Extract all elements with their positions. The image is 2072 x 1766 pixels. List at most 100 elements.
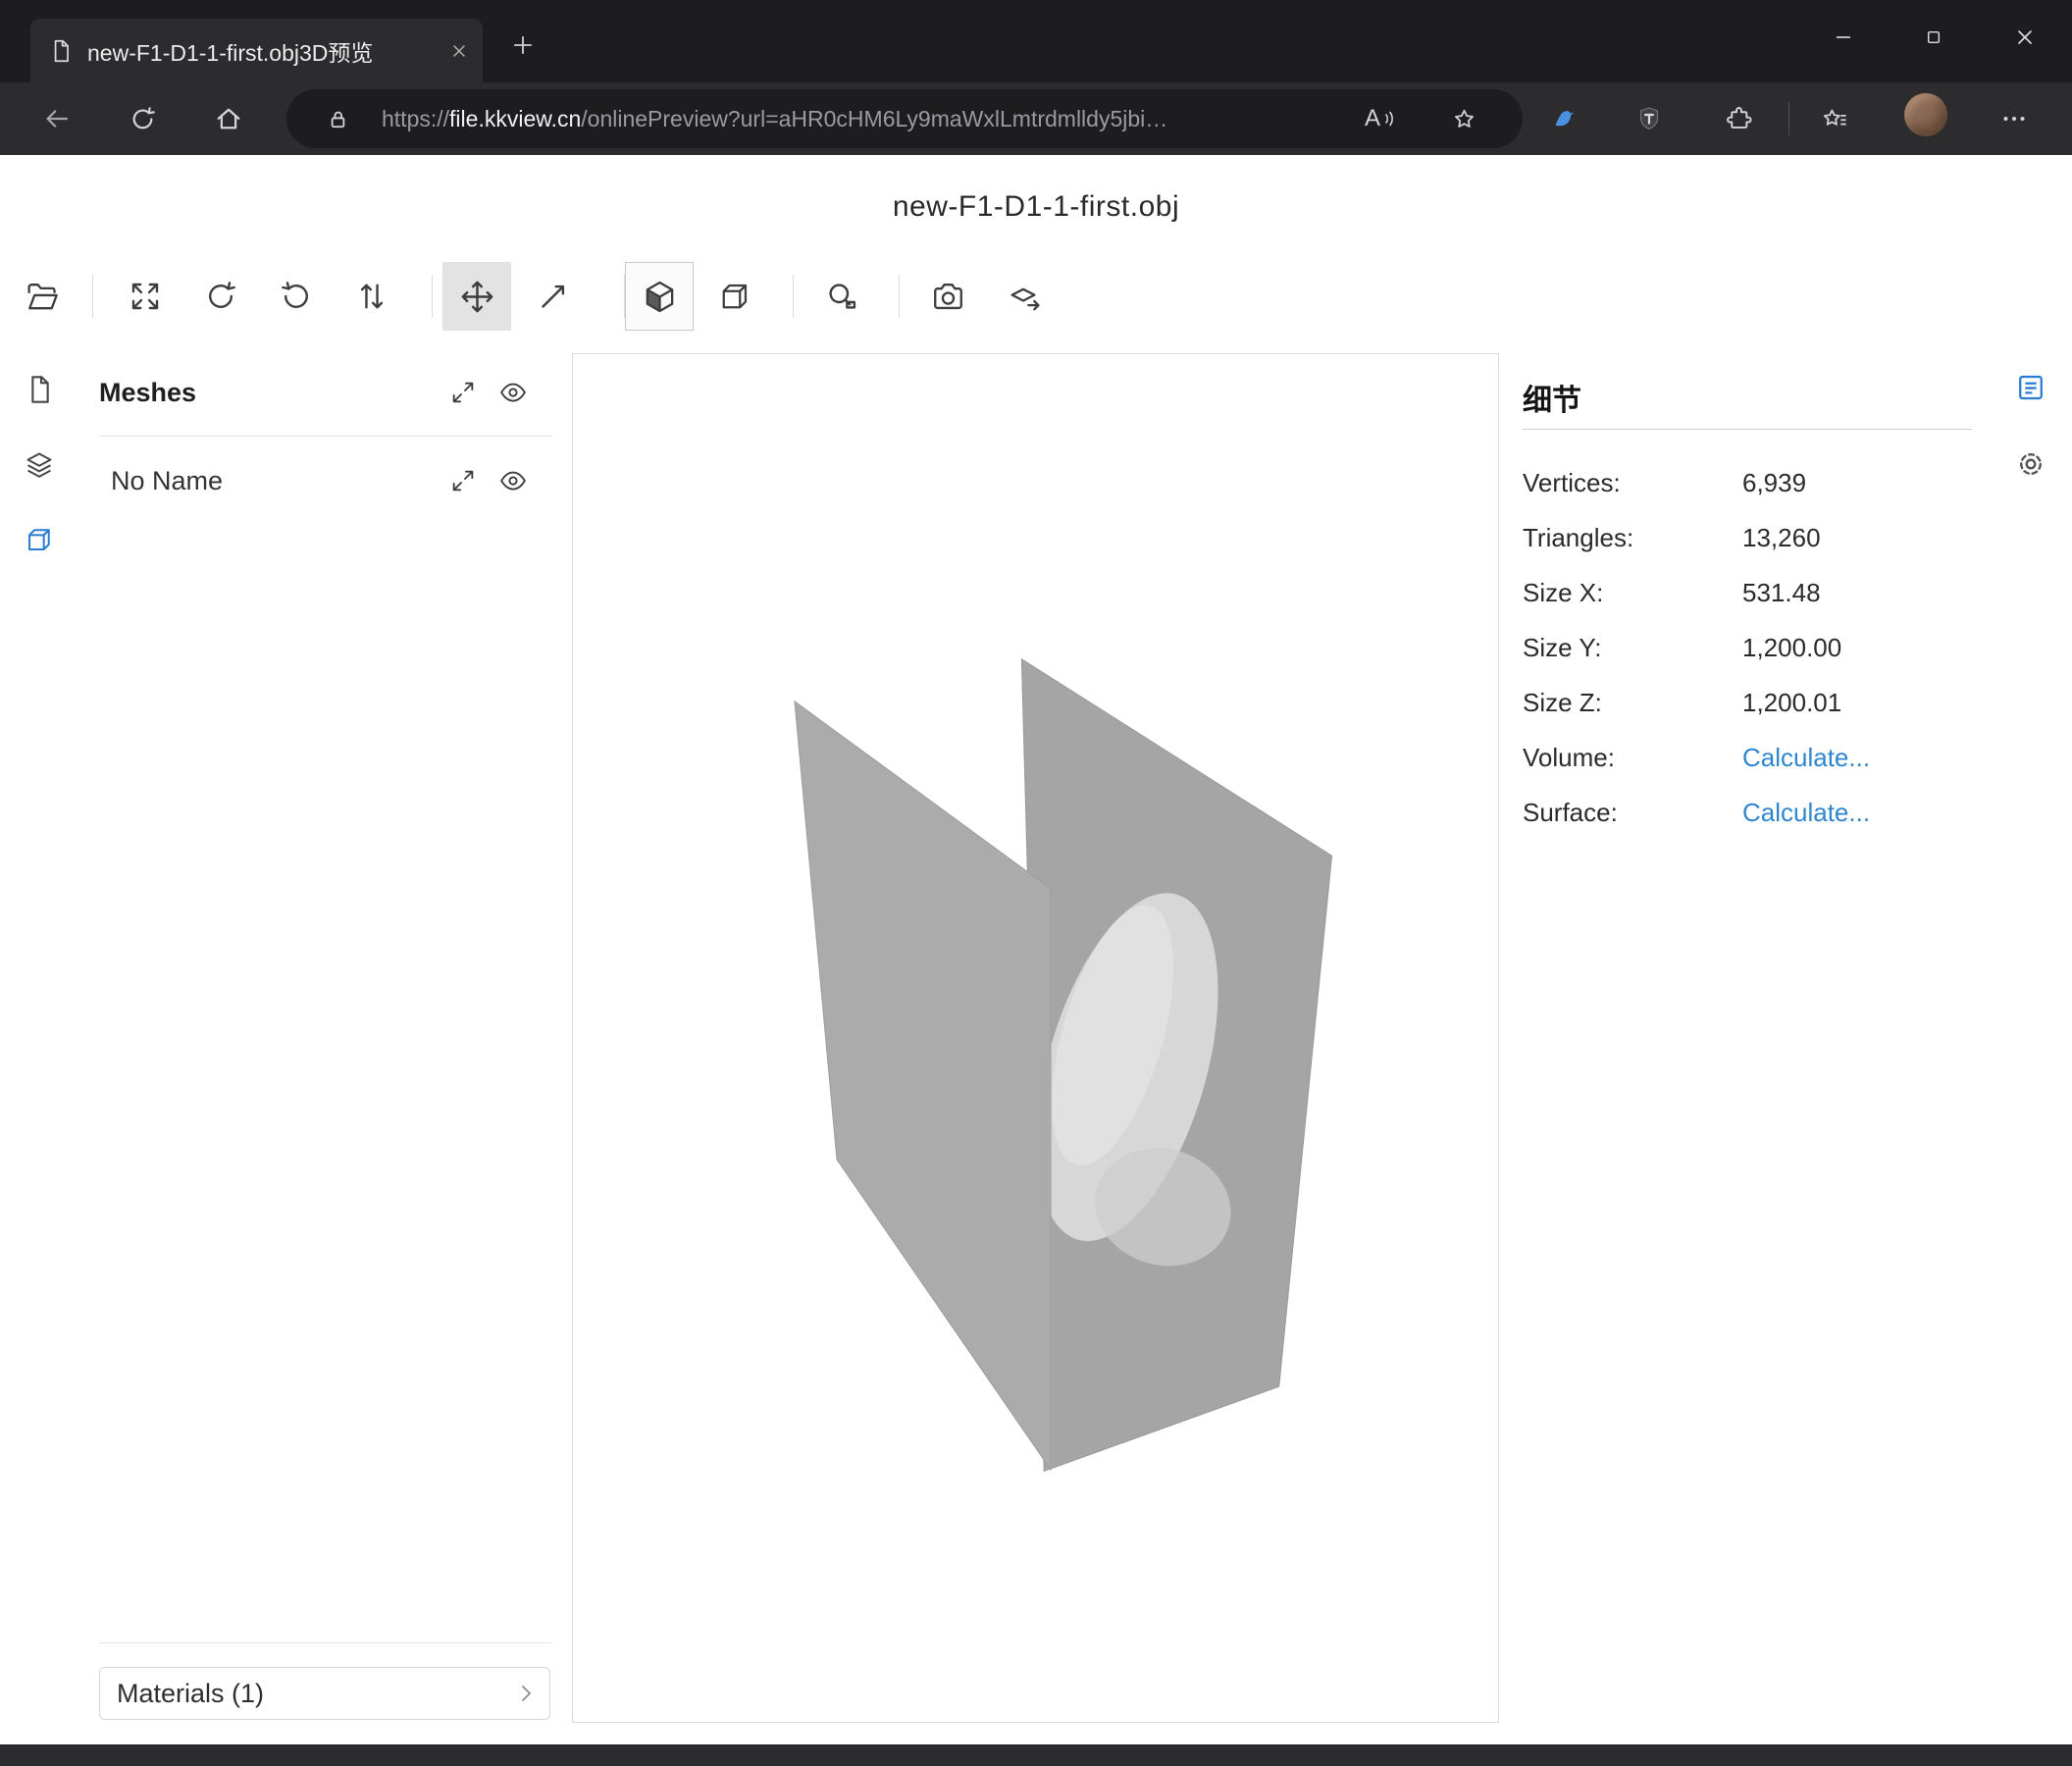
read-aloud-button[interactable]: A [1365, 89, 1404, 148]
window-maximize-button[interactable] [1903, 6, 1964, 69]
sidebar-materials-button[interactable] [22, 447, 57, 483]
tab-favicon-document-icon [48, 38, 74, 64]
materials-button[interactable]: Materials (1) [99, 1667, 550, 1720]
refresh-button[interactable] [122, 98, 163, 139]
read-aloud-a: A [1365, 105, 1380, 132]
tab-close-icon[interactable] [449, 41, 469, 61]
viewer-toolbar [8, 262, 1185, 331]
model-cube-icon [24, 524, 55, 555]
model-left-plane [795, 701, 1051, 1470]
pan-icon [459, 279, 495, 315]
toolbar-open-button[interactable] [8, 262, 77, 331]
browser-titlebar: new-F1-D1-1-first.obj3D预览 [0, 0, 2072, 82]
toolbar-rotate-x-button[interactable] [186, 262, 255, 331]
settings-gear-icon [2014, 447, 2047, 481]
sidebar-model-button[interactable] [22, 522, 57, 557]
row-value: 531.48 [1742, 578, 1821, 608]
puzzle-icon [1725, 105, 1753, 133]
toolbar-separator [432, 275, 433, 318]
shield-t-extension-icon [1634, 104, 1664, 133]
3d-viewport[interactable] [572, 353, 1499, 1723]
home-button[interactable] [208, 98, 249, 139]
favorites-hub-button[interactable] [1814, 98, 1855, 139]
ellipsis-icon [1999, 104, 2029, 133]
flip-vertical-icon [354, 279, 389, 314]
right-strip-details-button[interactable] [2013, 370, 2048, 405]
toolbar-perspective-button[interactable] [625, 262, 694, 331]
details-row-surface: Surface: Calculate... [1523, 785, 1972, 840]
meshes-panel-title: Meshes [99, 378, 196, 408]
site-permissions-button[interactable] [318, 89, 357, 148]
toolbar-pan-button[interactable] [442, 262, 511, 331]
maximize-icon [1923, 26, 1944, 48]
zoom-to-mesh-icon[interactable] [449, 467, 477, 494]
mesh-name: No Name [99, 466, 223, 496]
details-rows: Vertices: 6,939 Triangles: 13,260 Size X… [1523, 455, 1972, 840]
browser-menu-button[interactable] [1994, 98, 2035, 139]
back-button[interactable] [36, 98, 78, 139]
rotate-x-icon [203, 279, 238, 314]
read-aloud-waves-icon [1382, 107, 1396, 130]
toolbar-orthographic-button[interactable] [700, 262, 769, 331]
profile-avatar[interactable] [1904, 93, 1947, 136]
favorite-this-page-button[interactable] [1444, 89, 1483, 148]
row-label: Surface: [1523, 798, 1742, 828]
toolbar-measure-line-button[interactable] [519, 262, 588, 331]
toolbar-separator [899, 275, 900, 318]
zoom-to-all-icon[interactable] [449, 379, 477, 406]
window-close-button[interactable] [1994, 6, 2055, 69]
extension-shield-button[interactable] [1629, 98, 1670, 139]
calculate-volume-link[interactable]: Calculate... [1742, 743, 1870, 773]
mesh-visibility-eye-icon[interactable] [498, 466, 528, 495]
details-panel-title: 细节 [1523, 376, 1581, 419]
diagonal-line-icon [536, 279, 571, 314]
lock-icon [325, 106, 351, 132]
toolbar-fit-view-button[interactable] [111, 262, 180, 331]
toolbar-separator [793, 275, 794, 318]
extension-blue-button[interactable] [1544, 98, 1585, 139]
row-label: Vertices: [1523, 468, 1742, 498]
right-strip-settings-button[interactable] [2013, 446, 2048, 482]
perspective-cube-icon [642, 279, 678, 315]
url-path: /onlinePreview?url=aHR0cHM6Ly9maWxlLmtrd… [581, 106, 1167, 132]
mesh-list-item[interactable]: No Name [99, 453, 551, 508]
sidebar-file-button[interactable] [22, 372, 57, 407]
browser-tab[interactable]: new-F1-D1-1-first.obj3D预览 [30, 19, 483, 82]
extensions-menu-button[interactable] [1718, 98, 1759, 139]
window-minimize-button[interactable] [1813, 6, 1874, 69]
new-tab-button[interactable] [503, 26, 543, 65]
toolbar-separator [92, 275, 93, 318]
row-value: 1,200.00 [1742, 633, 1841, 663]
row-label: Triangles: [1523, 523, 1742, 553]
page-title: new-F1-D1-1-first.obj [0, 190, 2072, 224]
minimize-icon [1832, 26, 1855, 49]
address-bar[interactable]: https://file.kkview.cn/onlinePreview?url… [286, 89, 1523, 148]
details-divider [1523, 429, 1972, 430]
visibility-eye-icon[interactable] [498, 378, 528, 407]
refresh-icon [129, 105, 157, 133]
row-value: 6,939 [1742, 468, 1806, 498]
blue-bird-extension-icon [1550, 104, 1580, 133]
meshes-panel-header: Meshes [99, 365, 551, 420]
details-row-vertices: Vertices: 6,939 [1523, 455, 1972, 510]
window-bottom-bar [0, 1744, 2072, 1766]
fit-view-icon [128, 279, 163, 314]
favorites-star-list-icon [1821, 105, 1849, 133]
details-row-triangles: Triangles: 13,260 [1523, 510, 1972, 565]
camera-icon [930, 279, 966, 315]
back-arrow-icon [42, 104, 72, 133]
toolbar-measure-button[interactable] [807, 262, 876, 331]
materials-button-label: Materials (1) [117, 1679, 264, 1709]
3d-model-render [573, 354, 1498, 1722]
toolbar-export-button[interactable] [991, 262, 1060, 331]
toolbar-screenshot-button[interactable] [913, 262, 982, 331]
toolbar-rotate-y-button[interactable] [262, 262, 331, 331]
chevron-right-icon [514, 1682, 538, 1705]
row-label: Size X: [1523, 578, 1742, 608]
browser-navbar: https://file.kkview.cn/onlinePreview?url… [0, 82, 2072, 155]
details-row-size-x: Size X: 531.48 [1523, 565, 1972, 620]
close-icon [2013, 26, 2037, 49]
calculate-surface-link[interactable]: Calculate... [1742, 798, 1870, 828]
toolbar-flip-vertical-button[interactable] [337, 262, 406, 331]
tab-title: new-F1-D1-1-first.obj3D预览 [87, 34, 436, 68]
